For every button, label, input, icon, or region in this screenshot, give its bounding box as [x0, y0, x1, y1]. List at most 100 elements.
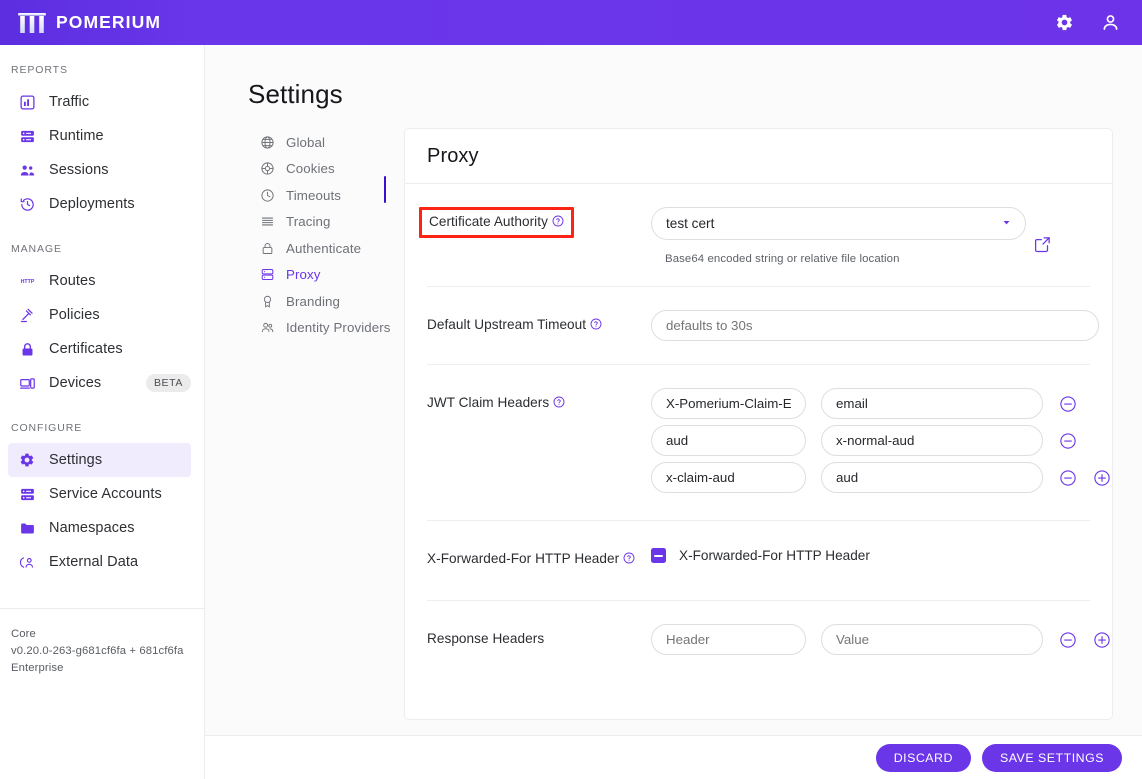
jwt-claim-value-input[interactable] — [821, 388, 1043, 419]
field-row-x-forwarded-for: X-Forwarded-For HTTP Header X-Forwarded-… — [427, 520, 1090, 568]
response-header-value-input[interactable] — [821, 624, 1043, 655]
deployments-history-icon — [18, 195, 36, 213]
brand-name: POMERIUM — [56, 12, 162, 32]
sidebar-item-certificates[interactable]: Certificates — [8, 332, 191, 366]
top-app-bar: POMERIUM — [0, 0, 1142, 45]
x-forwarded-for-field: X-Forwarded-For HTTP Header — [651, 544, 1090, 568]
help-circle-icon[interactable] — [552, 214, 564, 227]
sidebar-item-devices[interactable]: Devices BETA — [8, 366, 191, 400]
plus-circle-icon[interactable] — [1092, 468, 1111, 487]
service-accounts-icon — [18, 485, 36, 503]
tier-label: Enterprise — [11, 662, 64, 674]
sidebar-item-deployments[interactable]: Deployments — [8, 187, 191, 221]
identity-providers-icon — [259, 320, 275, 336]
sidebar-item-runtime[interactable]: Runtime — [8, 119, 191, 153]
field-row-jwt-claim-headers: JWT Claim Headers — [427, 364, 1110, 499]
settings-gear-icon — [18, 451, 36, 469]
jwt-claim-headers-label: JWT Claim Headers — [427, 395, 550, 410]
sidebar-item-policies[interactable]: Policies — [8, 298, 191, 332]
response-headers-label-cell: Response Headers — [427, 624, 651, 661]
gear-icon[interactable] — [1052, 11, 1076, 35]
sidebar-item-settings[interactable]: Settings — [8, 443, 191, 477]
certificate-authority-highlight: Certificate Authority — [419, 207, 574, 238]
sidebar-item-label: Policies — [49, 307, 100, 323]
app-root: POMERIUM REPORTS Traffic Runtime Session… — [0, 0, 1142, 779]
indeterminate-dash-icon — [654, 554, 663, 557]
subnav-item-label: Cookies — [286, 161, 335, 177]
sidebar-item-label: Namespaces — [49, 520, 135, 536]
sidebar-section-manage: MANAGE — [11, 243, 62, 255]
response-header-key-input[interactable] — [651, 624, 806, 655]
jwt-claim-key-input[interactable] — [651, 462, 806, 493]
discard-button[interactable]: DISCARD — [875, 743, 971, 772]
minus-circle-icon[interactable] — [1058, 630, 1077, 649]
globe-icon — [259, 134, 275, 150]
certificate-authority-field: test cert Base64 encoded string or relat… — [651, 207, 1090, 265]
jwt-claim-key-input[interactable] — [651, 388, 806, 419]
x-forwarded-for-checkbox[interactable] — [651, 548, 666, 563]
help-circle-icon[interactable] — [590, 317, 602, 330]
default-upstream-timeout-input[interactable] — [651, 310, 1099, 341]
http-routes-icon: HTTP — [18, 272, 36, 290]
proxy-settings-card: Proxy Certificate Authority test cert Ba… — [404, 128, 1113, 720]
minus-circle-icon[interactable] — [1058, 431, 1077, 450]
devices-laptop-icon — [18, 374, 36, 392]
sidebar-item-label: Runtime — [49, 128, 104, 144]
jwt-claim-headers-field — [651, 388, 1111, 499]
sessions-people-icon — [18, 161, 36, 179]
subnav-item-tracing[interactable]: Tracing — [259, 209, 399, 236]
subnav-item-label: Identity Providers — [286, 320, 391, 336]
field-row-default-upstream-timeout: Default Upstream Timeout — [427, 286, 1099, 341]
sidebar-item-traffic[interactable]: Traffic — [8, 85, 191, 119]
minus-circle-icon[interactable] — [1058, 468, 1077, 487]
sidebar-item-routes[interactable]: HTTP Routes — [8, 264, 191, 298]
response-header-row — [651, 624, 1111, 655]
sidebar-item-label: Settings — [49, 452, 103, 468]
jwt-claim-key-input[interactable] — [651, 425, 806, 456]
open-in-new-icon[interactable] — [1033, 235, 1052, 254]
save-settings-button[interactable]: SAVE SETTINGS — [981, 743, 1122, 772]
sidebar-scroll-area: REPORTS Traffic Runtime Sessions Deploym… — [0, 45, 204, 608]
certificate-authority-helper-text: Base64 encoded string or relative file l… — [665, 253, 900, 265]
user-account-icon[interactable] — [1098, 11, 1122, 35]
subnav-item-identity-providers[interactable]: Identity Providers — [259, 315, 399, 342]
sidebar-item-service-accounts[interactable]: Service Accounts — [8, 477, 191, 511]
svg-text:HTTP: HTTP — [20, 278, 34, 284]
page-title: Settings — [248, 79, 343, 110]
jwt-claim-row — [651, 425, 1111, 456]
response-headers-label: Response Headers — [427, 631, 545, 646]
subnav-item-proxy[interactable]: Proxy — [259, 262, 399, 289]
subnav-item-authenticate[interactable]: Authenticate — [259, 235, 399, 262]
plus-circle-icon[interactable] — [1092, 630, 1111, 649]
beta-badge: BETA — [145, 374, 191, 392]
jwt-claim-value-input[interactable] — [821, 462, 1043, 493]
sidebar-item-sessions[interactable]: Sessions — [8, 153, 191, 187]
subnav-item-cookies[interactable]: Cookies — [259, 156, 399, 183]
response-headers-field — [651, 624, 1111, 661]
card-header: Proxy — [405, 129, 1112, 184]
help-circle-icon[interactable] — [623, 551, 635, 564]
certificate-authority-label: Certificate Authority — [429, 214, 548, 229]
x-forwarded-for-label-cell: X-Forwarded-For HTTP Header — [427, 544, 651, 568]
subnav-item-branding[interactable]: Branding — [259, 288, 399, 315]
subnav-item-timeouts[interactable]: Timeouts — [259, 182, 399, 209]
sidebar-section-reports: REPORTS — [11, 64, 68, 76]
subnav-item-global[interactable]: Global — [259, 129, 399, 156]
help-circle-icon[interactable] — [553, 395, 565, 408]
x-forwarded-for-checkbox-row: X-Forwarded-For HTTP Header — [651, 544, 1090, 563]
external-data-icon — [18, 553, 36, 571]
card-body: Certificate Authority test cert Base64 e… — [405, 184, 1112, 661]
brand[interactable]: POMERIUM — [0, 11, 161, 35]
minus-circle-icon[interactable] — [1058, 394, 1077, 413]
subnav-item-label: Branding — [286, 293, 341, 309]
jwt-claim-row — [651, 388, 1111, 419]
sidebar-item-label: Certificates — [49, 341, 123, 357]
certificate-authority-value: test cert — [666, 216, 715, 231]
main-sidebar: REPORTS Traffic Runtime Sessions Deploym… — [0, 45, 205, 779]
sidebar-item-namespaces[interactable]: Namespaces — [8, 511, 191, 545]
sidebar-item-external-data[interactable]: External Data — [8, 545, 191, 579]
certificate-authority-select[interactable]: test cert — [651, 207, 1026, 240]
traffic-chart-icon — [18, 93, 36, 111]
jwt-claim-value-input[interactable] — [821, 425, 1043, 456]
sidebar-item-label: Traffic — [49, 94, 90, 110]
